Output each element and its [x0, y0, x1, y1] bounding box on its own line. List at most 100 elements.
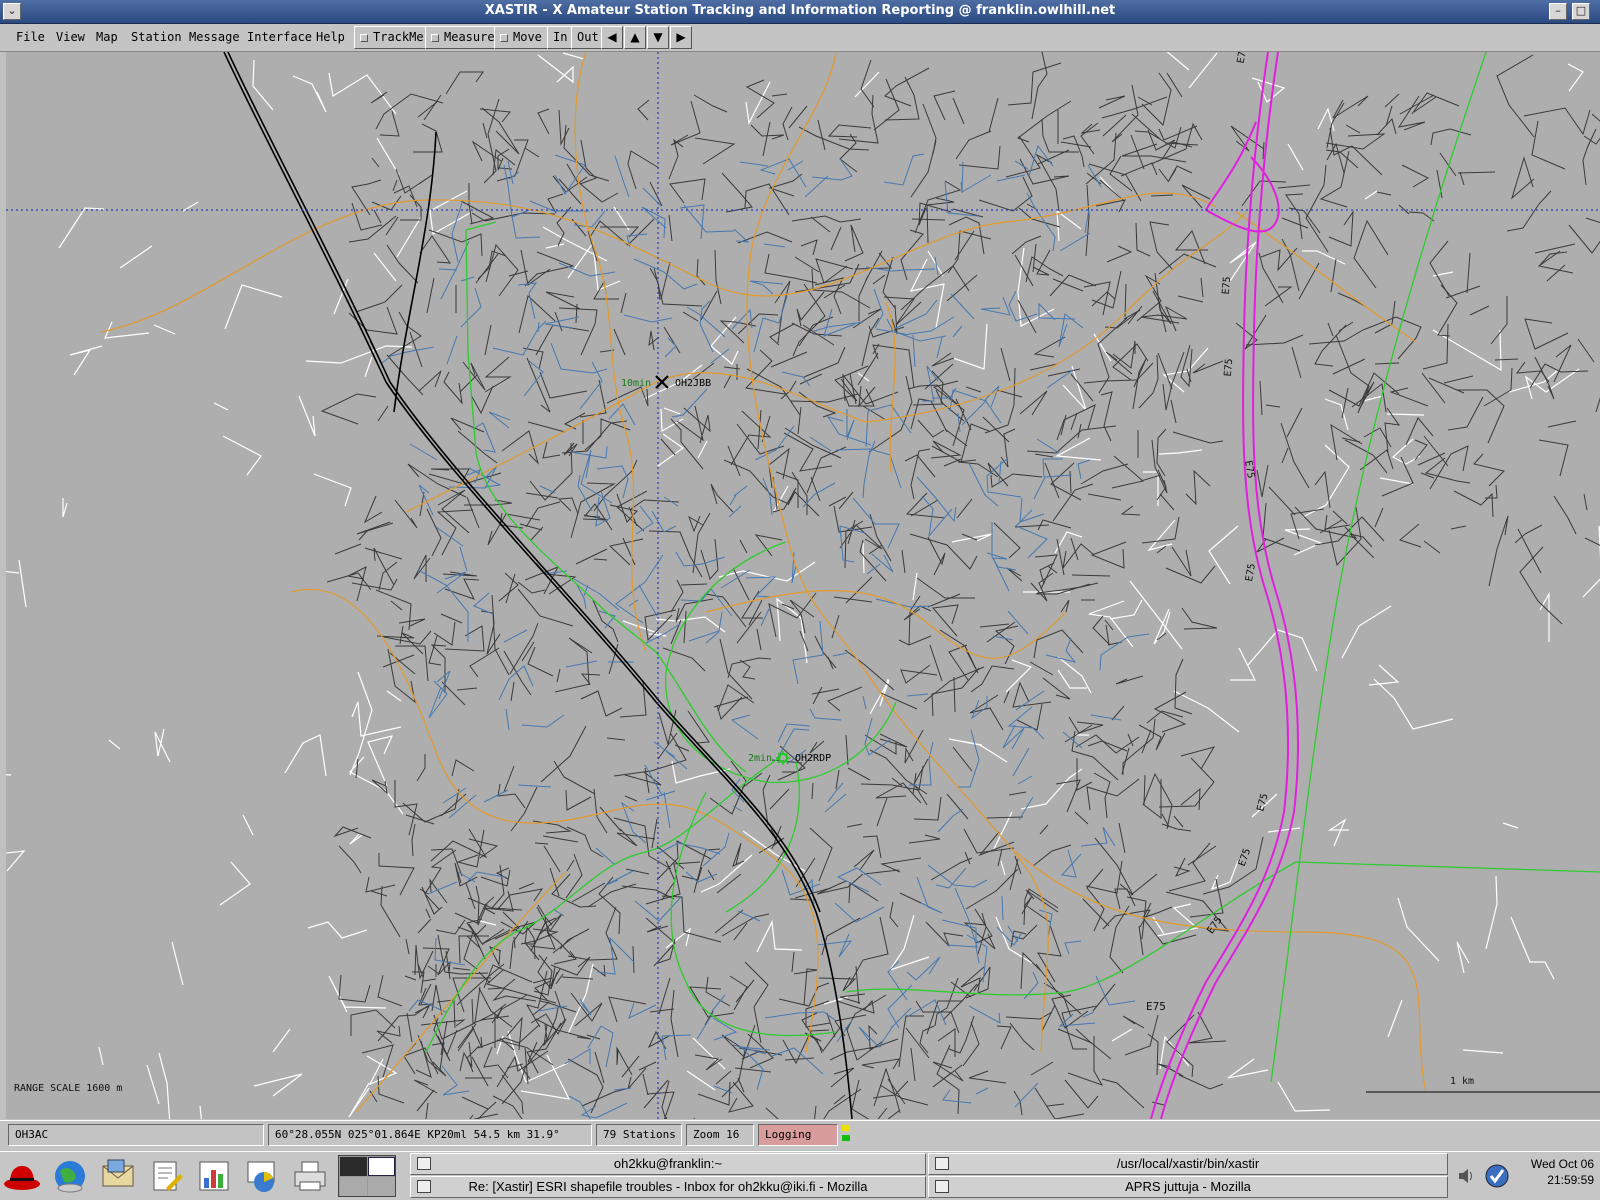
- minor-road: [1488, 515, 1509, 587]
- footpath: [6, 570, 20, 574]
- menu-help[interactable]: Help: [316, 30, 345, 44]
- minor-road: [1052, 483, 1094, 522]
- minor-road: [868, 1024, 899, 1050]
- menu-file[interactable]: File: [16, 30, 45, 44]
- minor-road: [817, 119, 826, 151]
- footpath: [364, 356, 373, 378]
- task-terminal[interactable]: oh2kku@franklin:~: [410, 1153, 926, 1175]
- street: [728, 505, 742, 518]
- minor-road: [988, 97, 999, 133]
- volume-icon[interactable]: [1456, 1166, 1476, 1186]
- spreadsheet-icon[interactable]: [194, 1156, 234, 1196]
- pan-left-button[interactable]: ◀: [601, 26, 623, 49]
- menu-map[interactable]: Map: [96, 30, 118, 44]
- map-canvas[interactable]: E7 E75 E75 E75 E75 E75 E75 E75 E75 10min…: [6, 52, 1600, 1119]
- footpath: [58, 207, 105, 249]
- station-callsign[interactable]: OH2JBB: [675, 378, 711, 389]
- workspace-3[interactable]: [340, 1177, 367, 1196]
- footpath: [1111, 1028, 1133, 1042]
- trackme-checkbox[interactable]: [360, 34, 368, 42]
- minor-road: [1035, 963, 1082, 1015]
- street: [1002, 724, 1025, 750]
- star-icon[interactable]: [775, 750, 791, 766]
- street: [873, 288, 884, 329]
- footpath: [182, 201, 199, 212]
- minor-road: [465, 882, 476, 910]
- minor-road: [784, 1057, 815, 1061]
- minor-road: [370, 890, 388, 897]
- zoom-in-button[interactable]: In: [547, 26, 574, 49]
- minor-road: [668, 214, 673, 242]
- move-checkbox[interactable]: [500, 34, 508, 42]
- update-check-icon[interactable]: [1484, 1163, 1510, 1189]
- street: [638, 584, 658, 617]
- minor-road: [979, 623, 1010, 628]
- minor-road: [1019, 390, 1048, 416]
- move-toggle[interactable]: Move: [494, 26, 548, 49]
- workspace-1[interactable]: [340, 1157, 367, 1176]
- pan-down-button[interactable]: ▼: [647, 26, 669, 49]
- minor-road: [619, 681, 647, 718]
- task-mozilla-browser[interactable]: APRS juttuja - Mozilla: [928, 1176, 1448, 1198]
- task-mozilla-mail[interactable]: Re: [Xastir] ESRI shapefile troubles - I…: [410, 1176, 926, 1198]
- pan-right-button[interactable]: ▶: [670, 26, 692, 49]
- minor-road: [936, 1044, 960, 1115]
- minor-road: [371, 779, 388, 795]
- web-browser-icon[interactable]: [50, 1156, 90, 1196]
- minor-road: [1539, 251, 1568, 266]
- trackme-label: TrackMe: [373, 30, 424, 44]
- minor-road: [1166, 1014, 1195, 1078]
- minor-road: [713, 696, 749, 708]
- maximize-button[interactable]: □: [1572, 3, 1590, 20]
- minor-road: [535, 324, 590, 356]
- minor-road: [1523, 107, 1591, 136]
- street: [467, 871, 506, 882]
- printer-icon[interactable]: [290, 1156, 330, 1196]
- minor-road: [501, 430, 539, 465]
- workspace-pager[interactable]: [338, 1155, 396, 1197]
- redhat-menu-icon[interactable]: [2, 1156, 42, 1196]
- station-callsign[interactable]: OH2RDP: [795, 753, 831, 764]
- x-mark-icon[interactable]: [654, 374, 670, 390]
- minor-road: [839, 993, 866, 1004]
- minor-road: [811, 782, 814, 800]
- minor-road: [815, 258, 854, 284]
- minor-road: [568, 637, 593, 686]
- street: [950, 293, 975, 320]
- menu-view[interactable]: View: [56, 30, 85, 44]
- pan-up-button[interactable]: ▲: [624, 26, 646, 49]
- minor-road: [1324, 514, 1351, 530]
- street: [483, 789, 509, 803]
- minor-road: [737, 1077, 745, 1093]
- task-xastir[interactable]: /usr/local/xastir/bin/xastir: [928, 1153, 1448, 1175]
- street: [811, 158, 853, 181]
- footpath: [153, 324, 176, 335]
- minor-road: [645, 917, 676, 967]
- street: [1036, 438, 1060, 454]
- window-title-bar[interactable]: ⌄ XASTIR - X Amateur Station Tracking an…: [0, 0, 1600, 24]
- clock[interactable]: Wed Oct 06 21:59:59: [1514, 1156, 1594, 1188]
- minor-road: [378, 853, 415, 896]
- workspace-2[interactable]: [368, 1157, 395, 1176]
- minor-road: [320, 393, 377, 425]
- menu-message[interactable]: Message: [189, 30, 240, 44]
- minor-road: [932, 380, 965, 447]
- minimize-button[interactable]: –: [1549, 3, 1567, 20]
- writer-icon[interactable]: [146, 1156, 186, 1196]
- workspace-4[interactable]: [368, 1177, 395, 1196]
- minor-road: [904, 454, 936, 478]
- minor-road: [1150, 194, 1174, 197]
- measure-checkbox[interactable]: [431, 34, 439, 42]
- measure-toggle[interactable]: Measure: [425, 26, 501, 49]
- minor-road: [543, 990, 566, 1047]
- zoom-out-button[interactable]: Out: [571, 26, 605, 49]
- presentation-icon[interactable]: [242, 1156, 282, 1196]
- mail-icon[interactable]: [98, 1156, 138, 1196]
- minor-road: [552, 175, 588, 193]
- minor-road: [420, 983, 432, 1005]
- footpath: [655, 616, 726, 633]
- menu-interface[interactable]: Interface: [247, 30, 312, 44]
- minor-road: [1011, 924, 1038, 940]
- menu-station[interactable]: Station: [131, 30, 182, 44]
- trackme-toggle[interactable]: TrackMe: [354, 26, 430, 49]
